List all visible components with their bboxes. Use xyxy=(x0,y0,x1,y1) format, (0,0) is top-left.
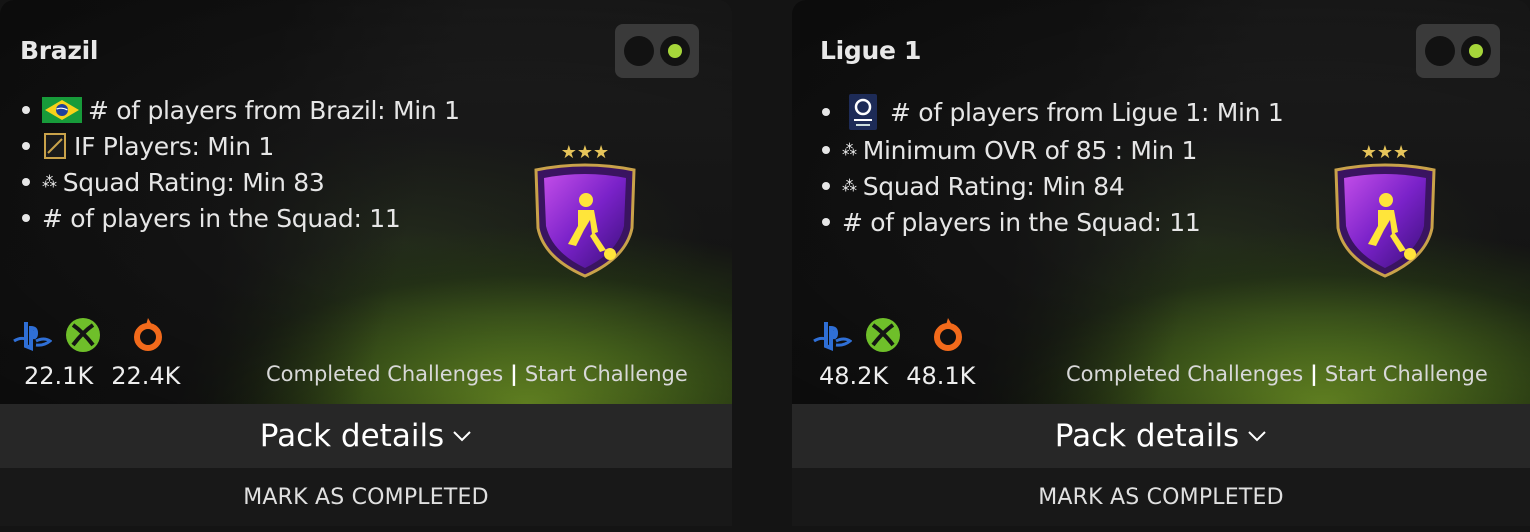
ligue1-logo-icon xyxy=(848,93,878,131)
requirement-item: IF Players: Min 1 xyxy=(18,128,460,164)
stars-icon: ⁂ xyxy=(842,140,857,159)
requirement-text: Minimum OVR of 85 : Min 1 xyxy=(862,135,1198,165)
requirements-list: # of players from Ligue 1: Min 1 ⁂ Minim… xyxy=(818,92,1284,240)
requirement-item: ⁂ Squad Rating: Min 84 xyxy=(818,168,1283,204)
requirement-text: Squad Rating: Min 84 xyxy=(862,171,1125,201)
requirement-text: # of players in the Squad: 11 xyxy=(842,207,1201,237)
challenge-links: Completed Challenges | Start Challenge xyxy=(1066,362,1488,386)
toggle-off-dot xyxy=(624,36,654,66)
pack-details-button[interactable]: Pack details xyxy=(0,404,732,468)
requirement-text: # of players from Ligue 1: Min 1 xyxy=(890,97,1284,127)
requirement-text: Squad Rating: Min 83 xyxy=(62,167,325,197)
requirement-item: ⁂ Squad Rating: Min 83 xyxy=(18,164,460,200)
playstation-count: 48.2K xyxy=(819,362,889,390)
mark-completed-button[interactable]: MARK AS COMPLETED xyxy=(0,468,732,526)
link-separator: | xyxy=(1310,362,1318,386)
completion-toggle[interactable] xyxy=(1416,24,1500,78)
card-hero: Ligue 1 # of players from Ligue 1: Min 1… xyxy=(792,0,1530,404)
toggle-on-dot xyxy=(1461,36,1491,66)
challenge-card: Brazil # of players from Brazil: Min 1 I… xyxy=(0,0,732,532)
svg-text:★★★: ★★★ xyxy=(1361,142,1409,163)
xbox-icon xyxy=(64,316,102,358)
chevron-down-icon xyxy=(1247,429,1267,443)
requirements-list: # of players from Brazil: Min 1 IF Playe… xyxy=(18,92,460,236)
card-hero: Brazil # of players from Brazil: Min 1 I… xyxy=(0,0,732,404)
playstation-count: 22.1K xyxy=(24,362,94,390)
playstation-icon xyxy=(812,319,853,355)
card-title: Brazil xyxy=(20,36,99,65)
requirement-item: # of players in the Squad: 11 xyxy=(18,200,460,236)
xbox-count: 48.1K xyxy=(906,362,976,390)
stars-icon: ⁂ xyxy=(842,176,857,195)
start-challenge-link[interactable]: Start Challenge xyxy=(1325,362,1488,386)
svg-text:★★★: ★★★ xyxy=(561,142,609,163)
requirement-text: # of players in the Squad: 11 xyxy=(42,203,401,233)
toggle-off-dot xyxy=(1425,36,1455,66)
start-challenge-link[interactable]: Start Challenge xyxy=(525,362,688,386)
toggle-on-dot xyxy=(660,36,690,66)
requirement-item: # of players from Brazil: Min 1 xyxy=(18,92,460,128)
link-separator: | xyxy=(510,362,518,386)
brazil-flag-icon xyxy=(42,97,82,123)
reward-badge-icon: ★★★ xyxy=(1322,140,1448,280)
mark-completed-button[interactable]: MARK AS COMPLETED xyxy=(792,468,1530,526)
challenge-links: Completed Challenges | Start Challenge xyxy=(266,362,688,386)
origin-icon xyxy=(932,316,964,358)
platform-counts: 48.2K 48.1K xyxy=(819,362,993,390)
requirement-text: # of players from Brazil: Min 1 xyxy=(88,95,460,125)
challenge-card: Ligue 1 # of players from Ligue 1: Min 1… xyxy=(792,0,1530,532)
requirement-item: # of players in the Squad: 11 xyxy=(818,204,1283,240)
pack-details-button[interactable]: Pack details xyxy=(792,404,1530,468)
completion-toggle[interactable] xyxy=(615,24,699,78)
pack-details-label: Pack details xyxy=(1054,418,1240,454)
requirement-item: ⁂ Minimum OVR of 85 : Min 1 xyxy=(818,132,1283,168)
platform-icons xyxy=(812,316,976,358)
xbox-icon xyxy=(864,316,902,358)
requirement-text: IF Players: Min 1 xyxy=(74,131,275,161)
reward-badge-icon: ★★★ xyxy=(522,140,648,280)
origin-icon xyxy=(132,316,164,358)
card-title: Ligue 1 xyxy=(820,36,922,65)
chevron-down-icon xyxy=(452,429,472,443)
playstation-icon xyxy=(12,319,53,355)
xbox-count: 22.4K xyxy=(111,362,181,390)
stars-icon: ⁂ xyxy=(42,172,57,191)
if-card-icon xyxy=(42,131,68,161)
completed-challenges-link[interactable]: Completed Challenges xyxy=(1066,362,1303,386)
platform-counts: 22.1K 22.4K xyxy=(24,362,198,390)
pack-details-label: Pack details xyxy=(259,418,445,454)
completed-challenges-link[interactable]: Completed Challenges xyxy=(266,362,503,386)
platform-icons xyxy=(12,316,176,358)
requirement-item: # of players from Ligue 1: Min 1 xyxy=(818,92,1284,132)
